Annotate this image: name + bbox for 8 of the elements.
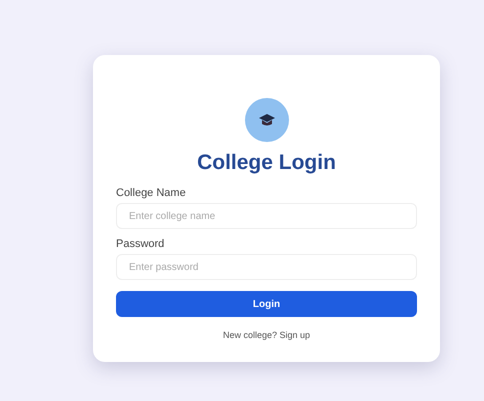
signup-link[interactable]: New college? Sign up — [222, 329, 310, 342]
input-field[interactable]: Enter password — [116, 254, 417, 280]
input-field[interactable]: Enter college name — [116, 203, 417, 229]
field-label: College Name — [116, 186, 187, 200]
field-label: Password — [116, 237, 166, 251]
login-button[interactable]: Login — [116, 291, 417, 317]
graduation-cap-icon — [244, 98, 288, 142]
login-title: College Login — [196, 150, 337, 176]
